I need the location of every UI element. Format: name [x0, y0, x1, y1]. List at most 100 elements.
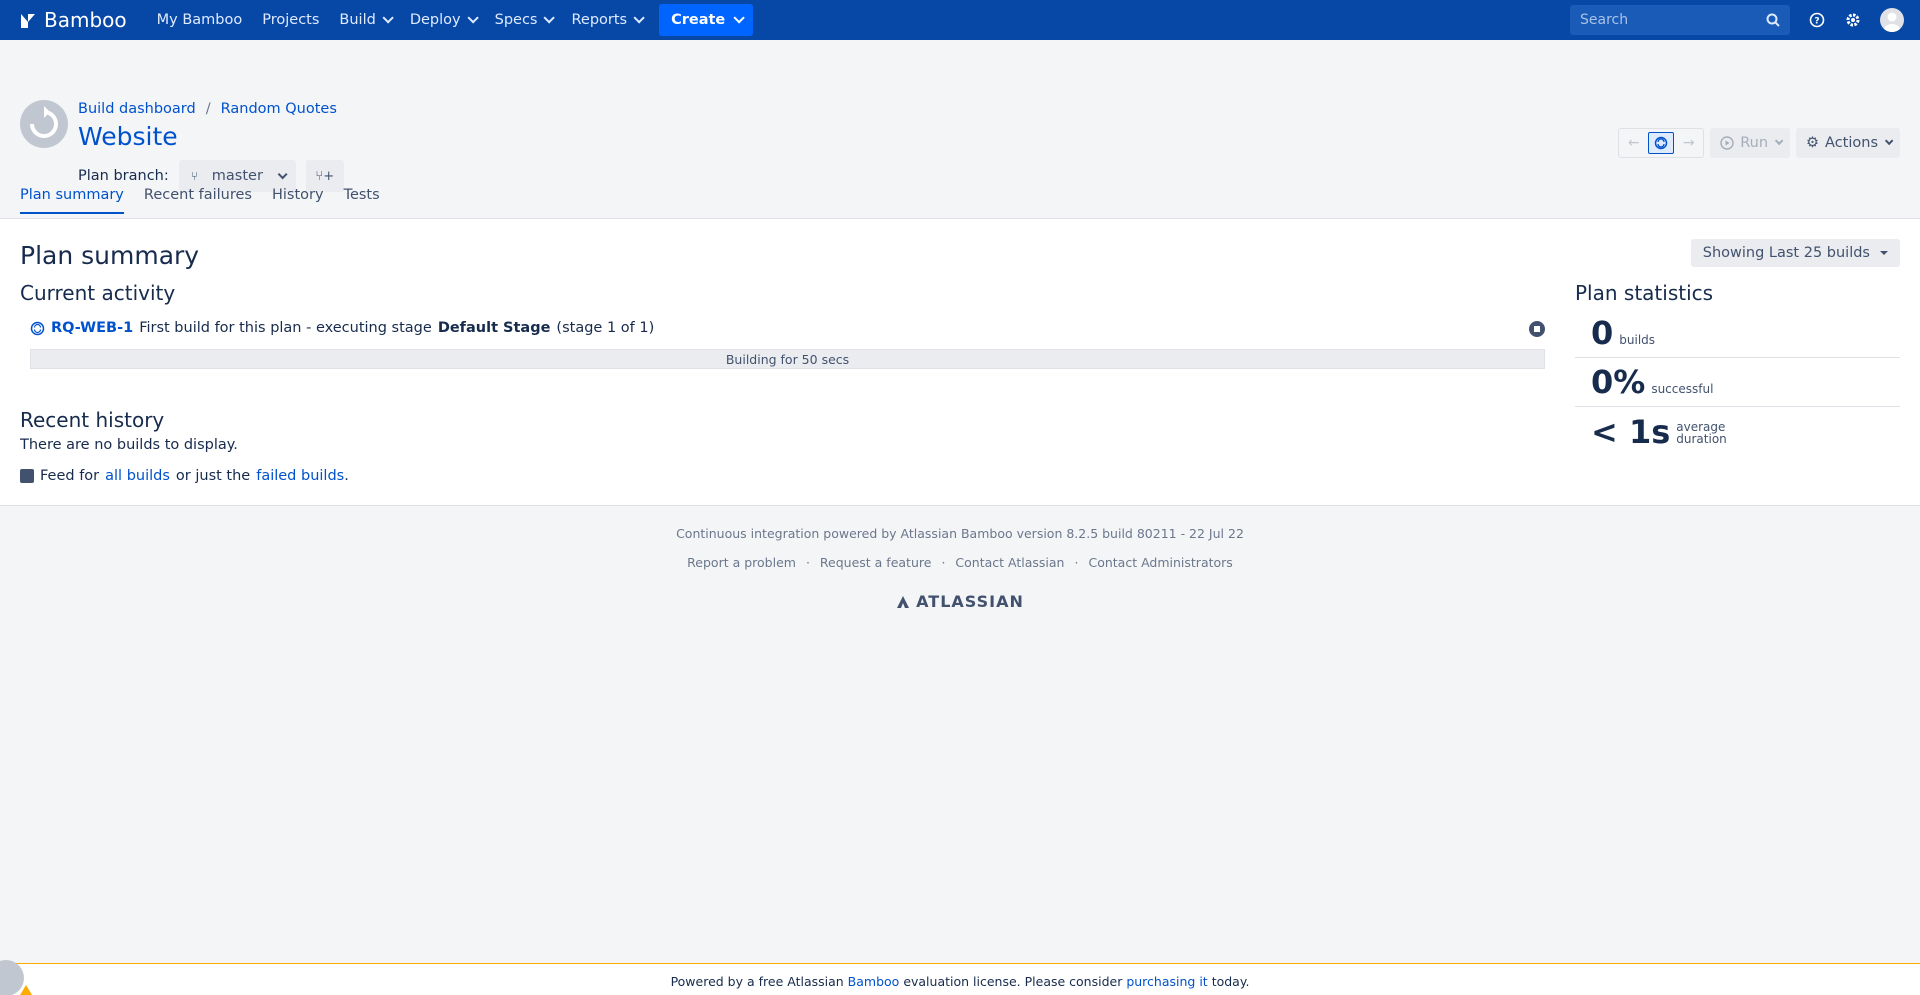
bamboo-link[interactable]: Bamboo [848, 974, 900, 989]
stage-name: Default Stage [437, 320, 551, 336]
feed-links: Feed for all builds or just the failed b… [20, 468, 349, 484]
gear-icon: ⚙ [1806, 135, 1820, 151]
build-progress-bar: Building for 50 secs [30, 349, 1545, 369]
branch-add-icon: ⑂+ [315, 168, 335, 184]
chevron-down-icon [1774, 136, 1784, 146]
nav-right: Search ? [1570, 5, 1904, 35]
request-feature-link[interactable]: Request a feature [820, 555, 932, 570]
stat-label: average duration [1676, 420, 1727, 446]
purchase-link[interactable]: purchasing it [1126, 974, 1207, 989]
atlassian-logo[interactable]: ATLASSIAN [0, 592, 1920, 611]
no-builds-message: There are no builds to display. [20, 437, 238, 453]
plan-tabs: Plan summary Recent failures History Tes… [20, 187, 380, 214]
chevron-down-icon [277, 168, 288, 179]
stop-build-button[interactable] [1529, 321, 1545, 337]
create-button[interactable]: Create [659, 4, 754, 36]
tab-history[interactable]: History [272, 187, 324, 214]
search-placeholder: Search [1580, 12, 1629, 28]
stat-label: builds [1619, 333, 1656, 347]
footer: Continuous integration powered by Atlass… [0, 526, 1920, 611]
previous-build-icon[interactable]: ← [1619, 129, 1648, 157]
contact-administrators-link[interactable]: Contact Administrators [1088, 555, 1232, 570]
breadcrumb-build-dashboard[interactable]: Build dashboard [78, 101, 196, 117]
warning-icon [20, 985, 32, 995]
nav-specs[interactable]: Specs [485, 0, 562, 40]
bamboo-logo[interactable]: Bamboo [18, 8, 127, 32]
stat-label: successful [1651, 382, 1714, 396]
actions-label: Actions [1825, 135, 1878, 151]
nav-reports[interactable]: Reports [561, 0, 651, 40]
main-content: Plan summary Showing Last 25 builds Curr… [0, 218, 1920, 506]
create-label: Create [671, 12, 726, 28]
header-actions: ← → Run ⚙ Actions [1618, 128, 1900, 158]
footer-links: Report a problem · Request a feature · C… [0, 555, 1920, 570]
plan-avatar [20, 100, 68, 148]
tab-recent-failures[interactable]: Recent failures [144, 187, 252, 214]
stat-value: < 1s [1591, 413, 1671, 451]
atlassian-icon [897, 595, 910, 608]
bamboo-icon [21, 14, 35, 28]
nav-label: Specs [494, 12, 538, 28]
feed-suffix: . [344, 468, 349, 484]
showing-label: Showing Last 25 builds [1702, 245, 1870, 261]
nav-my-bamboo[interactable]: My Bamboo [147, 0, 253, 40]
plan-statistics: 0 builds 0% successful < 1s average dura… [1575, 309, 1900, 456]
run-label: Run [1740, 135, 1769, 151]
nav-label: Projects [262, 12, 320, 28]
plan-branch-label: Plan branch: [78, 168, 169, 184]
page-title[interactable]: Website [78, 122, 178, 151]
stop-icon [1534, 326, 1540, 332]
footer-separator: · [805, 555, 810, 570]
feed-middle: or just the [175, 468, 251, 484]
caret-down-icon [1880, 251, 1888, 255]
rss-icon [20, 469, 34, 483]
chevron-down-icon [467, 12, 479, 24]
license-middle: evaluation license. Please consider [903, 974, 1123, 989]
current-activity-heading: Current activity [20, 281, 176, 305]
play-icon [1720, 136, 1734, 150]
failed-builds-feed-link[interactable]: failed builds [256, 468, 344, 484]
section-title: Plan summary [20, 241, 200, 270]
nav-label: Build [339, 12, 376, 28]
branch-icon: ⑂ [190, 169, 198, 183]
all-builds-feed-link[interactable]: all builds [105, 468, 170, 484]
license-banner: Powered by a free Atlassian Bamboo evalu… [0, 963, 1920, 995]
showing-builds-dropdown[interactable]: Showing Last 25 builds [1690, 239, 1900, 267]
help-icon[interactable]: ? [1808, 11, 1826, 29]
building-status-icon [30, 321, 45, 335]
next-build-icon[interactable]: → [1674, 129, 1703, 157]
footer-separator: · [1074, 555, 1079, 570]
breadcrumb: Build dashboard / Random Quotes [78, 101, 337, 117]
breadcrumb-separator: / [205, 101, 211, 117]
nav-build[interactable]: Build [329, 0, 399, 40]
nav-projects[interactable]: Projects [252, 0, 329, 40]
recent-history-heading: Recent history [20, 408, 165, 432]
nav-label: My Bamboo [156, 12, 243, 28]
stat-duration: < 1s average duration [1575, 407, 1900, 456]
report-problem-link[interactable]: Report a problem [687, 555, 796, 570]
build-navigator: ← → [1618, 128, 1705, 158]
current-build-icon[interactable] [1648, 132, 1675, 154]
avatar[interactable] [1880, 8, 1904, 32]
logo-text: Bamboo [44, 8, 127, 32]
search-input[interactable]: Search [1570, 5, 1790, 35]
nav-deploy[interactable]: Deploy [400, 0, 485, 40]
stat-successful: 0% successful [1575, 358, 1900, 407]
build-key-link[interactable]: RQ-WEB-1 [51, 320, 133, 336]
tab-plan-summary[interactable]: Plan summary [20, 187, 124, 214]
footer-powered-by: Continuous integration powered by Atlass… [676, 526, 1244, 541]
chevron-down-icon [733, 12, 746, 24]
nav-label: Reports [571, 12, 628, 28]
contact-atlassian-link[interactable]: Contact Atlassian [955, 555, 1064, 570]
tab-tests[interactable]: Tests [344, 187, 380, 214]
actions-button[interactable]: ⚙ Actions [1796, 128, 1900, 158]
stat-value: 0 [1591, 314, 1614, 352]
settings-icon[interactable] [1844, 11, 1862, 29]
chevron-down-icon [1884, 136, 1894, 146]
chevron-down-icon [543, 12, 556, 24]
branch-value: master [211, 168, 263, 184]
current-activity-row: RQ-WEB-1 First build for this plan - exe… [30, 320, 654, 336]
breadcrumb-random-quotes[interactable]: Random Quotes [221, 101, 337, 117]
license-suffix: today. [1211, 974, 1250, 989]
run-button[interactable]: Run [1710, 128, 1791, 158]
